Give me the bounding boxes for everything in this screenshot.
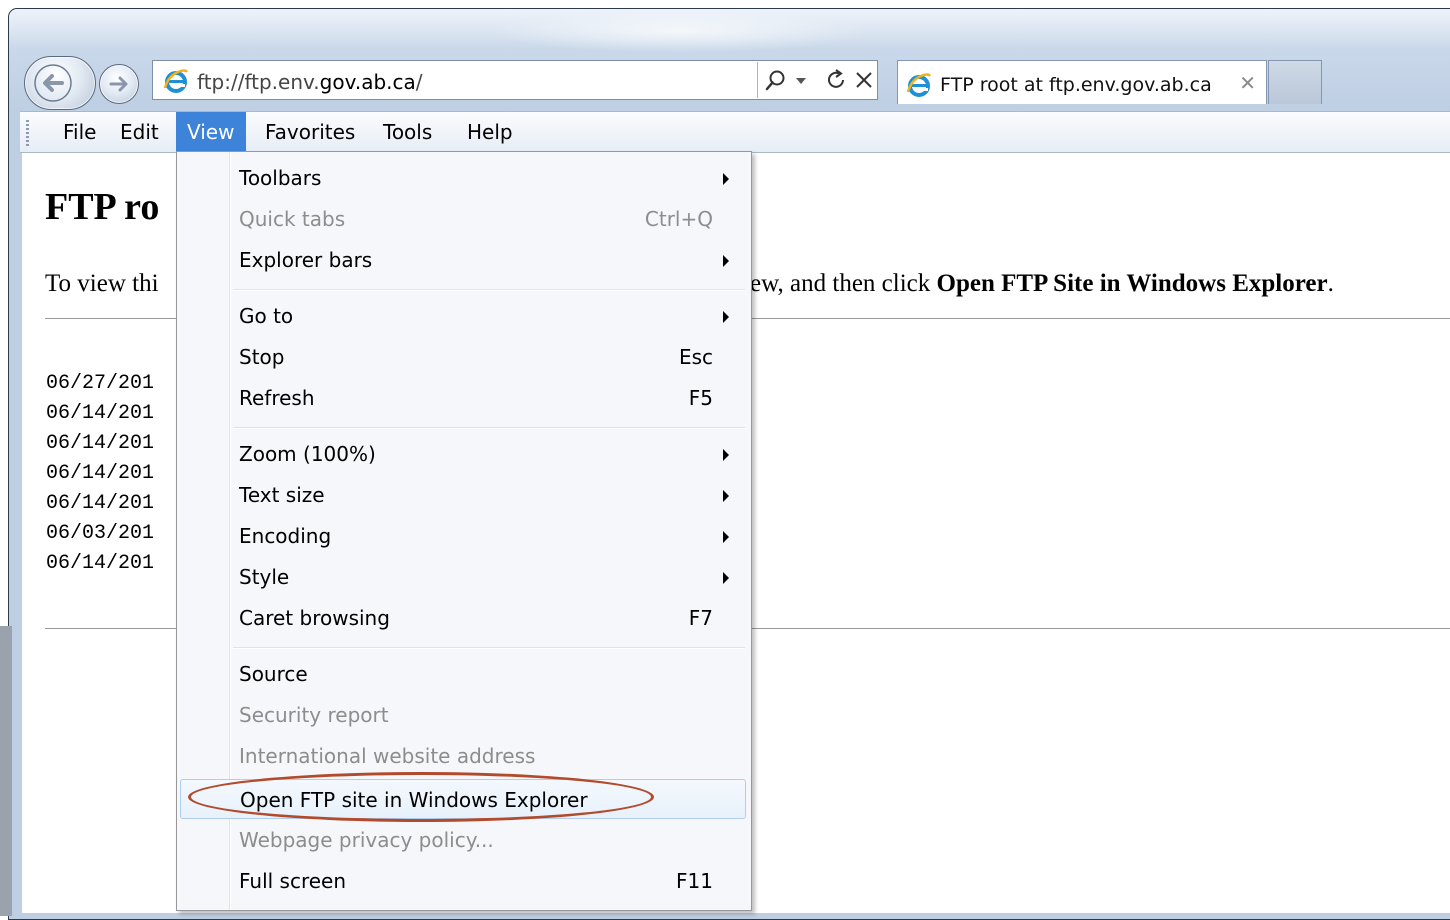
menu-help[interactable]: Help <box>456 112 524 152</box>
instructions-text-left: To view thi <box>45 270 159 297</box>
menu-separator <box>233 427 745 429</box>
menu-item-zoom[interactable]: Zoom (100%) <box>177 434 751 474</box>
address-url-prefix: ftp://ftp.env. <box>197 70 320 94</box>
menu-favorites[interactable]: Favorites <box>254 112 366 152</box>
ie-logo-icon <box>906 73 932 97</box>
menu-item-shortcut: Ctrl+Q <box>644 207 713 231</box>
menubar-grip <box>26 120 29 146</box>
menu-item-full-screen[interactable]: Full screen F11 <box>177 861 751 901</box>
menu-item-stop[interactable]: Stop Esc <box>177 337 751 377</box>
listing-row[interactable]: 06/14/201 <box>46 399 154 429</box>
menu-item-label: Security report <box>239 703 389 727</box>
menu-item-security-report[interactable]: Security report <box>177 695 751 735</box>
menu-item-shortcut: F5 <box>688 386 713 410</box>
listing-row[interactable]: 06/03/201 <box>46 519 154 549</box>
menu-separator <box>233 647 745 649</box>
back-arrow-icon <box>34 64 72 102</box>
menu-item-shortcut: F7 <box>688 606 713 630</box>
listing-row[interactable]: 06/14/201 <box>46 549 154 579</box>
submenu-arrow-icon <box>723 173 729 185</box>
menu-item-label: Quick tabs <box>239 207 346 231</box>
listing-row[interactable]: 06/14/201 <box>46 489 154 519</box>
menu-item-label: Text size <box>239 483 325 507</box>
submenu-arrow-icon <box>723 311 729 323</box>
listing-row[interactable]: 06/27/201 <box>46 369 154 399</box>
menu-item-encoding[interactable]: Encoding <box>177 516 751 556</box>
menu-item-style[interactable]: Style <box>177 557 751 597</box>
menu-item-label: Explorer bars <box>239 248 373 272</box>
menu-item-toolbars[interactable]: Toolbars <box>177 158 751 198</box>
listing-row[interactable]: 06/14/201 <box>46 459 154 489</box>
menu-edit[interactable]: Edit <box>109 112 170 152</box>
menu-item-international-address[interactable]: International website address <box>177 736 751 776</box>
menu-item-label: Webpage privacy policy... <box>239 828 494 852</box>
instructions-end: . <box>1327 270 1334 297</box>
menu-item-label: Caret browsing <box>239 606 390 630</box>
menu-item-source[interactable]: Source <box>177 654 751 694</box>
address-url-domain: gov.ab.ca <box>319 70 416 94</box>
submenu-arrow-icon <box>723 255 729 267</box>
instructions-text-right: ew, and then click Open FTP Site in Wind… <box>750 270 1334 298</box>
address-url-suffix: / <box>415 70 423 94</box>
tab-title: FTP root at ftp.env.gov.ab.ca <box>940 74 1212 96</box>
forward-button[interactable] <box>99 64 139 104</box>
menu-item-label: Go to <box>239 304 294 328</box>
submenu-arrow-icon <box>723 490 729 502</box>
menu-item-go-to[interactable]: Go to <box>177 296 751 336</box>
instructions-bold: Open FTP Site in Windows Explorer <box>936 270 1328 297</box>
menu-item-label: Refresh <box>239 386 315 410</box>
address-divider <box>757 62 758 98</box>
ie-logo-icon <box>163 69 189 93</box>
menu-tools[interactable]: Tools <box>372 112 443 152</box>
submenu-arrow-icon <box>723 449 729 461</box>
menu-item-label: Style <box>239 565 290 589</box>
tab-ftp-root[interactable]: FTP root at ftp.env.gov.ab.ca ✕ <box>897 60 1267 104</box>
menu-item-privacy-policy[interactable]: Webpage privacy policy... <box>177 820 751 860</box>
menu-separator <box>233 289 745 291</box>
new-tab-button[interactable] <box>1268 60 1322 104</box>
ftp-listing: 06/27/201 06/14/201 06/14/201 06/14/201 … <box>46 369 154 579</box>
menu-item-label: Full screen <box>239 869 347 893</box>
menu-item-caret-browsing[interactable]: Caret browsing F7 <box>177 598 751 638</box>
submenu-arrow-icon <box>723 531 729 543</box>
menu-item-label: Encoding <box>239 524 332 548</box>
back-button[interactable] <box>24 56 96 110</box>
submenu-arrow-icon <box>723 572 729 584</box>
search-icon[interactable] <box>765 69 789 93</box>
frame-glow <box>489 9 869 53</box>
menu-item-shortcut: Esc <box>678 345 713 369</box>
refresh-icon[interactable] <box>823 67 849 93</box>
menu-item-shortcut: F11 <box>676 869 713 893</box>
menu-item-label: Zoom (100%) <box>239 442 376 466</box>
menu-item-refresh[interactable]: Refresh F5 <box>177 378 751 418</box>
highlight-circle-annotation <box>188 772 654 822</box>
menu-bar: File Edit View Favorites Tools Help <box>20 111 1450 153</box>
listing-row[interactable]: 06/14/201 <box>46 429 154 459</box>
menu-item-label: Source <box>239 662 308 686</box>
menu-item-explorer-bars[interactable]: Explorer bars <box>177 240 751 280</box>
menu-item-label: International website address <box>239 744 536 768</box>
menu-item-quick-tabs[interactable]: Quick tabs Ctrl+Q <box>177 199 751 239</box>
address-url[interactable]: ftp://ftp.env.gov.ab.ca/ <box>197 70 423 94</box>
menu-view[interactable]: View <box>176 112 246 152</box>
chevron-down-icon[interactable] <box>795 76 807 86</box>
menu-item-label: Toolbars <box>239 166 322 190</box>
page-title: FTP ro <box>45 186 160 228</box>
menu-item-text-size[interactable]: Text size <box>177 475 751 515</box>
tab-close-icon[interactable]: ✕ <box>1239 71 1256 95</box>
forward-arrow-icon <box>109 76 128 92</box>
window-left-edge <box>0 626 12 916</box>
menu-file[interactable]: File <box>52 112 107 152</box>
close-icon[interactable] <box>854 70 874 90</box>
instructions-plain: ew, and then click <box>750 270 937 297</box>
menu-item-label: Stop <box>239 345 285 369</box>
